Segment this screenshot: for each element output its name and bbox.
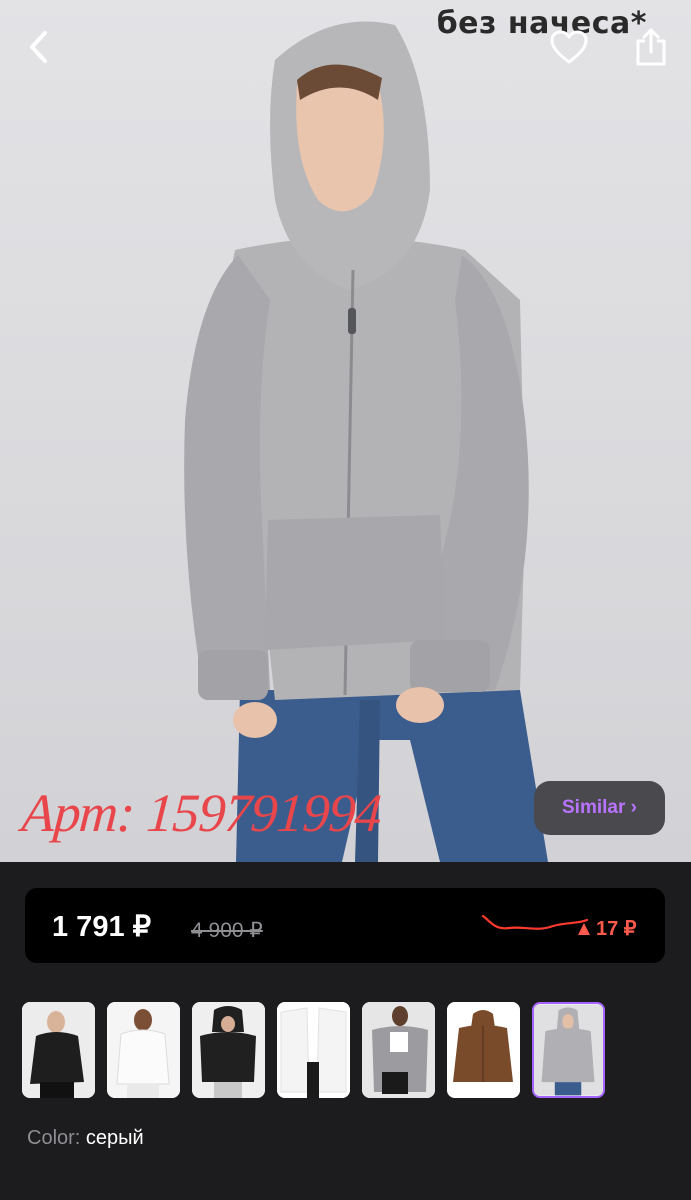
variant-image: [22, 1002, 95, 1098]
color-label: Color:: [27, 1127, 81, 1149]
color-variant-thumb[interactable]: [192, 1002, 265, 1098]
variant-image: [362, 1002, 435, 1098]
share-icon: [636, 28, 666, 66]
color-variant-thumb[interactable]: [22, 1002, 95, 1098]
heart-outline-icon: [550, 30, 588, 64]
color-info: Color: серый: [27, 1127, 144, 1150]
current-price: 1 791 ₽: [52, 911, 152, 943]
price-trend-sparkline: [481, 914, 589, 930]
similar-button[interactable]: Similar ›: [534, 781, 665, 835]
color-variant-thumb-selected[interactable]: [532, 1002, 605, 1098]
share-button[interactable]: [626, 22, 676, 72]
price-change: 17 ₽: [577, 916, 637, 941]
product-photo[interactable]: без начеса* Арт: 159791994 Similar ›: [0, 0, 691, 862]
article-number-label: Арт: 159791994: [19, 783, 383, 843]
product-info-panel: 1 791 ₽ 4 900 ₽ 17 ₽ Color: серый: [0, 862, 691, 1200]
variant-image: [192, 1002, 265, 1098]
variant-image: [277, 1002, 350, 1098]
price-card[interactable]: 1 791 ₽ 4 900 ₽ 17 ₽: [25, 888, 665, 963]
arrow-up-icon: [578, 922, 590, 935]
color-variant-thumb[interactable]: [447, 1002, 520, 1098]
old-price: 4 900 ₽: [191, 919, 263, 942]
color-variant-list: [22, 1002, 605, 1100]
variant-image: [534, 1004, 603, 1096]
back-button[interactable]: [14, 22, 64, 72]
photo-caption-text: без начеса*: [436, 6, 647, 41]
model-illustration: [184, 21, 548, 862]
color-variant-thumb[interactable]: [107, 1002, 180, 1098]
price-change-value: 17 ₽: [596, 918, 637, 940]
color-value: серый: [85, 1127, 144, 1149]
variant-image: [447, 1002, 520, 1098]
color-variant-thumb[interactable]: [277, 1002, 350, 1098]
favorite-button[interactable]: [544, 22, 594, 72]
chevron-left-icon: [30, 31, 47, 63]
color-variant-thumb[interactable]: [362, 1002, 435, 1098]
variant-image: [107, 1002, 180, 1098]
